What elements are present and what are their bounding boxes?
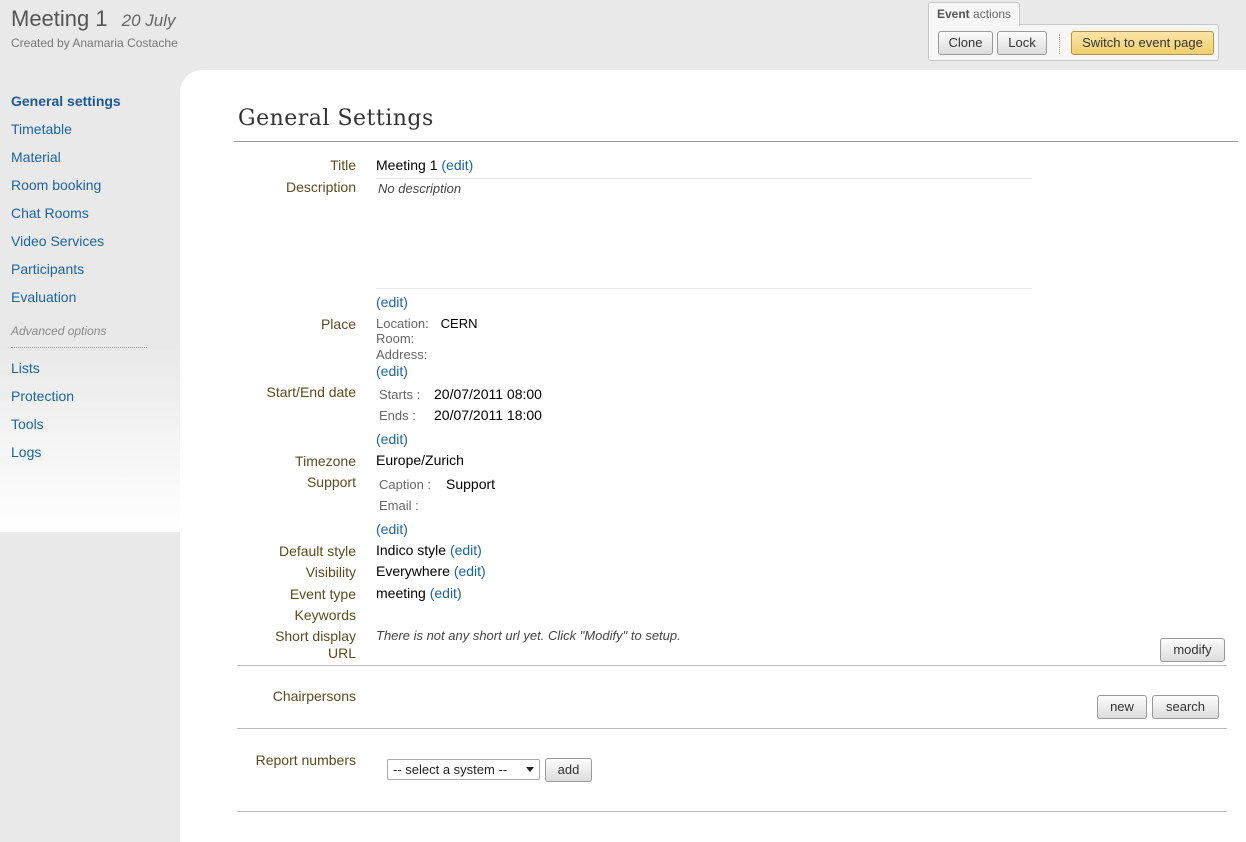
clone-button[interactable]: Clone [938, 31, 993, 55]
search-chairperson-button[interactable]: search [1152, 695, 1219, 719]
section-divider-1 [237, 665, 1227, 666]
advanced-options-label: Advanced options [11, 324, 107, 338]
sidebar: General settings Timetable Material Room… [0, 72, 180, 532]
edit-title-link[interactable]: (edit) [441, 157, 473, 173]
event-actions-tab-bold: Event [937, 7, 970, 21]
support-label: Support [306, 474, 356, 490]
starts-label: Starts : [379, 387, 421, 402]
sidebar-item-general-settings[interactable]: General settings [11, 93, 121, 109]
actions-separator [1059, 34, 1060, 54]
chairpersons-label: Chairpersons [272, 688, 356, 704]
timezone-label: Timezone [295, 453, 356, 469]
place-label: Place [320, 316, 356, 332]
main-panel: General Settings Title Meeting 1 (edit) … [180, 70, 1246, 842]
visibility-value: Everywhere [376, 563, 450, 579]
sidebar-divider [11, 347, 147, 348]
default-style-row: Indico style (edit) [376, 542, 482, 558]
description-value: No description [378, 181, 462, 196]
keywords-label: Keywords [294, 607, 356, 623]
edit-support-link[interactable]: (edit) [376, 521, 408, 537]
title-value: Meeting 1 [376, 157, 438, 173]
ends-value: 20/07/2011 18:00 [434, 407, 542, 423]
event-actions-tab-rest: actions [969, 7, 1012, 21]
report-system-select[interactable]: -- select a system -- [387, 759, 540, 780]
short-url-label-line1: Short display [275, 628, 356, 644]
caption-label: Caption : [379, 477, 432, 492]
sidebar-item-logs[interactable]: Logs [11, 444, 41, 460]
event-title: Meeting 1 20 July [11, 6, 176, 32]
title-label: Title [330, 157, 356, 173]
timezone-value: Europe/Zurich [376, 452, 464, 468]
title-value-row: Meeting 1 (edit) [376, 157, 473, 173]
event-header: Meeting 1 20 July Created by Anamaria Cos… [0, 0, 1246, 72]
ends-label: Ends : [379, 408, 416, 423]
short-url-value: There is not any short url yet. Click "M… [376, 628, 681, 643]
sidebar-item-timetable[interactable]: Timetable [11, 121, 72, 137]
visibility-row: Everywhere (edit) [376, 563, 486, 579]
short-url-label-line2: URL [327, 645, 356, 661]
switch-to-event-page-button[interactable]: Switch to event page [1071, 31, 1214, 55]
visibility-label: Visibility [305, 564, 356, 580]
caption-value: Support [446, 476, 496, 492]
sidebar-item-protection[interactable]: Protection [11, 388, 74, 404]
event-type-label: Event type [289, 586, 356, 602]
section-divider-2 [237, 728, 1227, 729]
starts-value: 20/07/2011 08:00 [434, 386, 542, 402]
location-value: CERN [440, 316, 478, 331]
location-row: Location: CERN [376, 315, 478, 331]
sidebar-item-room-booking[interactable]: Room booking [11, 177, 101, 193]
email-label: Email : [379, 498, 419, 513]
section-divider-3 [237, 811, 1227, 812]
title-divider [234, 141, 1238, 142]
sidebar-item-material[interactable]: Material [11, 149, 61, 165]
default-style-label: Default style [278, 543, 356, 559]
report-system-selected: -- select a system -- [393, 762, 508, 777]
sidebar-item-video-services[interactable]: Video Services [11, 233, 104, 249]
description-label: Description [285, 179, 356, 195]
edit-dates-link[interactable]: (edit) [376, 431, 408, 447]
chevron-down-icon [526, 767, 534, 772]
sidebar-item-chat-rooms[interactable]: Chat Rooms [11, 205, 89, 221]
edit-description-link[interactable]: (edit) [376, 294, 408, 310]
new-chairperson-button[interactable]: new [1097, 695, 1147, 719]
created-by: Created by Anamaria Costache [11, 36, 178, 50]
location-label: Location: [376, 316, 429, 331]
edit-default-style-link[interactable]: (edit) [450, 542, 482, 558]
event-type-row: meeting (edit) [376, 585, 462, 601]
report-numbers-label: Report numbers [255, 752, 356, 768]
lock-button[interactable]: Lock [997, 31, 1047, 55]
sidebar-item-tools[interactable]: Tools [11, 416, 44, 432]
edit-visibility-link[interactable]: (edit) [454, 563, 486, 579]
edit-event-type-link[interactable]: (edit) [430, 585, 462, 601]
edit-place-link[interactable]: (edit) [376, 363, 408, 379]
sidebar-item-lists[interactable]: Lists [11, 360, 40, 376]
sidebar-item-participants[interactable]: Participants [11, 261, 84, 277]
start-end-date-label: Start/End date [266, 384, 356, 400]
event-actions-tab: Event actions [928, 2, 1020, 26]
page-title: General Settings [238, 106, 434, 131]
event-date: 20 July [121, 11, 176, 30]
room-label: Room: [376, 331, 415, 346]
sidebar-item-evaluation[interactable]: Evaluation [11, 289, 76, 305]
event-type-value: meeting [376, 585, 426, 601]
event-name: Meeting 1 [11, 6, 108, 31]
short-url-label: Short display URL [275, 628, 356, 662]
add-report-number-button[interactable]: add [545, 758, 592, 782]
description-box: No description [376, 178, 1032, 289]
address-label: Address: [376, 347, 428, 362]
modify-button[interactable]: modify [1160, 638, 1225, 662]
default-style-value: Indico style [376, 542, 447, 558]
